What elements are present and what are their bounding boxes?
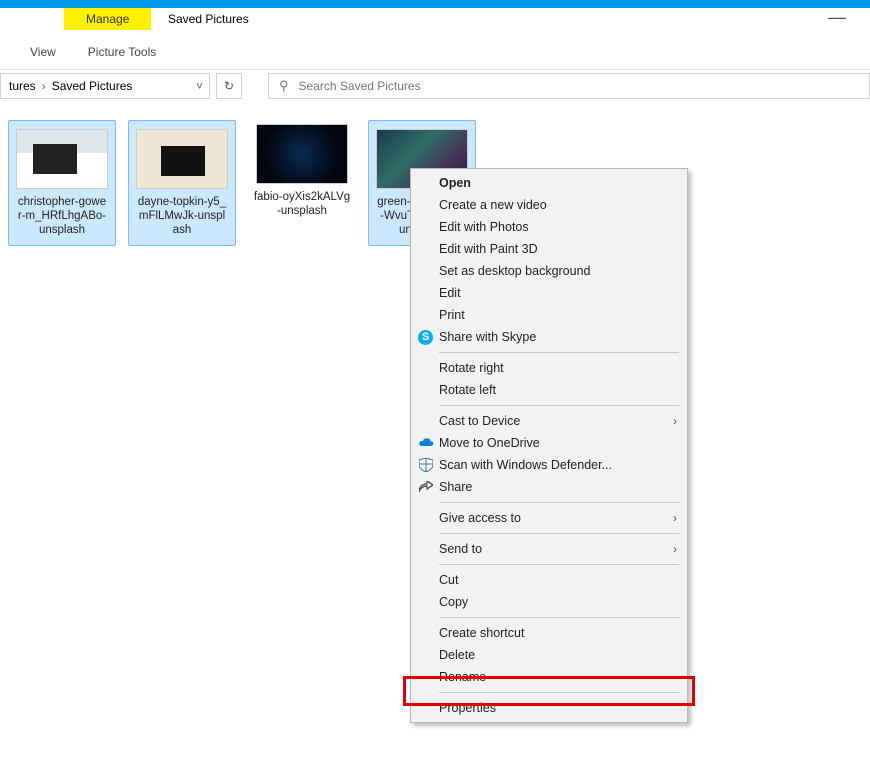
submenu-arrow-icon: ›	[673, 542, 677, 556]
menu-print[interactable]: Print	[413, 304, 685, 326]
menu-separator	[439, 405, 679, 406]
address-bar-row: tures › Saved Pictures ˅ ↻ ⚲	[0, 70, 870, 102]
ribbon-tab-picture-tools[interactable]: Picture Tools	[74, 41, 170, 63]
menu-label: Share with Skype	[439, 330, 536, 344]
breadcrumb-segment[interactable]: tures	[7, 79, 38, 93]
menu-share[interactable]: Share	[413, 476, 685, 498]
menu-separator	[439, 692, 679, 693]
menu-cast-to-device[interactable]: Cast to Device ›	[413, 410, 685, 432]
ribbon-tab-view[interactable]: View	[16, 41, 70, 63]
menu-give-access-to[interactable]: Give access to ›	[413, 507, 685, 529]
menu-separator	[439, 564, 679, 565]
thumbnail-image	[256, 124, 348, 184]
breadcrumb[interactable]: tures › Saved Pictures ˅	[0, 73, 210, 99]
search-box[interactable]: ⚲	[268, 73, 870, 99]
chevron-right-icon: ›	[42, 79, 46, 93]
menu-separator	[439, 502, 679, 503]
thumbnail-label: christopher-gower-m_HRfLhgABo-unsplash	[13, 193, 111, 241]
menu-separator	[439, 617, 679, 618]
manage-contextual-tab[interactable]: Manage	[64, 8, 151, 30]
context-menu: Open Create a new video Edit with Photos…	[410, 168, 688, 723]
menu-create-shortcut[interactable]: Create shortcut	[413, 622, 685, 644]
menu-move-onedrive[interactable]: Move to OneDrive	[413, 432, 685, 454]
menu-rotate-left[interactable]: Rotate left	[413, 379, 685, 401]
window-title: Saved Pictures	[168, 12, 249, 26]
submenu-arrow-icon: ›	[673, 511, 677, 525]
breadcrumb-segment[interactable]: Saved Pictures	[50, 79, 135, 93]
menu-open[interactable]: Open	[413, 172, 685, 194]
menu-edit-paint3d[interactable]: Edit with Paint 3D	[413, 238, 685, 260]
menu-properties[interactable]: Properties	[413, 697, 685, 719]
thumbnail-image	[16, 129, 108, 189]
submenu-arrow-icon: ›	[673, 414, 677, 428]
menu-label: Move to OneDrive	[439, 436, 540, 450]
refresh-button[interactable]: ↻	[216, 73, 242, 99]
menu-rotate-right[interactable]: Rotate right	[413, 357, 685, 379]
menu-label: Scan with Windows Defender...	[439, 458, 612, 472]
defender-shield-icon	[418, 457, 434, 473]
share-icon	[418, 479, 434, 495]
menu-label: Cast to Device	[439, 414, 520, 428]
search-input[interactable]	[297, 78, 859, 94]
menu-edit[interactable]: Edit	[413, 282, 685, 304]
menu-scan-defender[interactable]: Scan with Windows Defender...	[413, 454, 685, 476]
thumbnail-image	[136, 129, 228, 189]
menu-label: Give access to	[439, 511, 521, 525]
titlebar-accent	[0, 0, 870, 8]
refresh-icon: ↻	[224, 79, 234, 93]
thumbnail-label: fabio-oyXis2kALVg-unsplash	[248, 188, 356, 232]
menu-edit-photos[interactable]: Edit with Photos	[413, 216, 685, 238]
breadcrumb-dropdown-icon[interactable]: ˅	[196, 79, 203, 93]
menu-separator	[439, 352, 679, 353]
menu-copy[interactable]: Copy	[413, 591, 685, 613]
menu-separator	[439, 533, 679, 534]
menu-send-to[interactable]: Send to ›	[413, 538, 685, 560]
file-thumbnail[interactable]: dayne-topkin-y5_mFlLMwJk-unsplash	[128, 120, 236, 246]
file-thumbnail[interactable]: christopher-gower-m_HRfLhgABo-unsplash	[8, 120, 116, 246]
onedrive-icon	[418, 435, 434, 451]
file-thumbnail[interactable]: fabio-oyXis2kALVg-unsplash	[248, 120, 356, 232]
menu-share-skype[interactable]: S Share with Skype	[413, 326, 685, 348]
menu-label: Send to	[439, 542, 482, 556]
menu-label: Share	[439, 480, 472, 494]
search-icon: ⚲	[279, 78, 289, 94]
menu-create-video[interactable]: Create a new video	[413, 194, 685, 216]
thumbnail-label: dayne-topkin-y5_mFlLMwJk-unsplash	[133, 193, 231, 241]
minimize-button[interactable]: —	[828, 12, 846, 22]
menu-delete[interactable]: Delete	[413, 644, 685, 666]
skype-icon: S	[418, 330, 433, 345]
menu-set-background[interactable]: Set as desktop background	[413, 260, 685, 282]
menu-cut[interactable]: Cut	[413, 569, 685, 591]
ribbon: Manage Saved Pictures — View Picture Too…	[0, 8, 870, 70]
menu-rename[interactable]: Rename	[413, 666, 685, 688]
